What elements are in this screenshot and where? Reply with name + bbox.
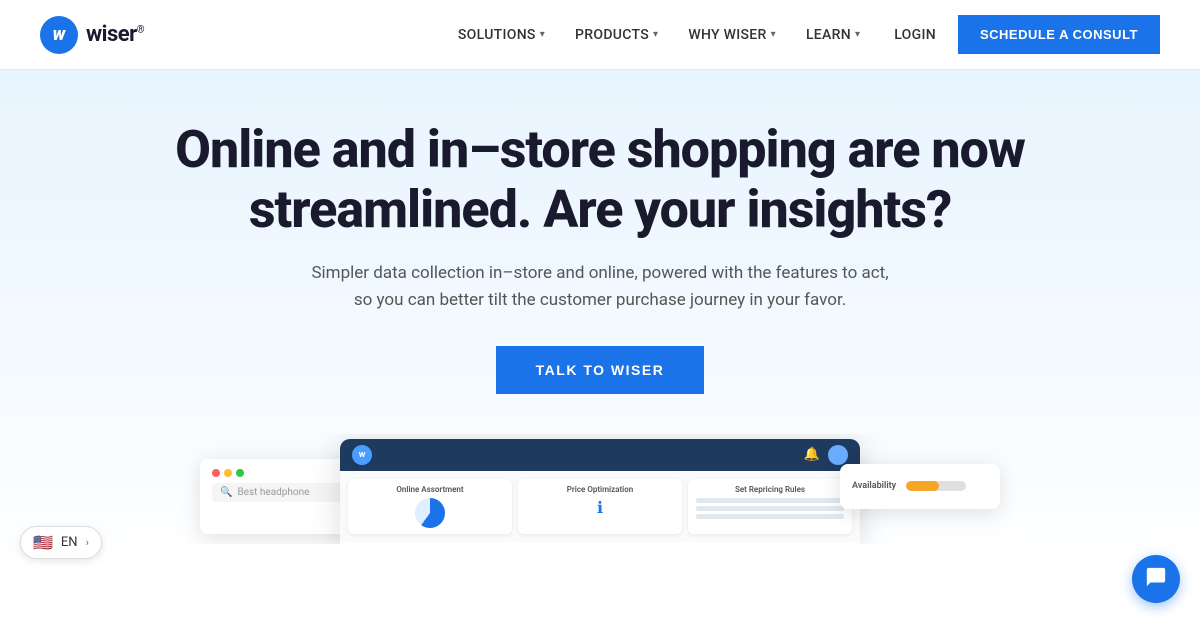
navbar: w wiser® SOLUTIONS ▾ PRODUCTS ▾ WHY WISE… [0,0,1200,70]
hero-title: Online and in–store shopping are now str… [160,120,1040,240]
logo-icon: w [40,16,78,54]
pie-chart [415,498,445,528]
bell-icon: 🔔 [804,447,820,462]
search-text: Best headphone [237,487,309,498]
close-dot [212,469,220,477]
app-content: Online Assortment Price Optimization ℹ S… [340,471,860,542]
chevron-down-icon: ▾ [540,29,545,40]
language-selector[interactable]: 🇺🇸 EN › [20,526,102,559]
online-assortment-card: Online Assortment [348,479,512,534]
repricing-row-3 [696,514,844,519]
nav-item-products[interactable]: PRODUCTS ▾ [563,19,670,51]
chevron-down-icon: ▾ [855,29,860,40]
chat-icon [1145,566,1167,593]
availability-label: Availability [852,481,896,491]
hero-section: Online and in–store shopping are now str… [0,70,1200,574]
chevron-right-icon: › [86,536,89,549]
chat-bubble-button[interactable] [1132,555,1180,603]
app-logo-icon: w [352,445,372,465]
language-code: EN [61,535,78,550]
repricing-row-2 [696,506,844,511]
card-title-2: Price Optimization [526,485,674,494]
availability-card: Availability [840,464,1000,509]
repricing-rules-card: Set Repricing Rules [688,479,852,534]
search-bar[interactable]: 🔍 Best headphone [212,483,348,502]
search-card: 🔍 Best headphone [200,459,360,534]
nav-item-learn[interactable]: LEARN ▾ [794,19,872,51]
logo-text: wiser® [86,22,144,47]
price-optimization-card: Price Optimization ℹ [518,479,682,534]
repricing-row-1 [696,498,844,503]
app-header-icons: 🔔 [804,445,848,465]
window-controls [212,469,348,477]
repricing-rows [696,498,844,519]
flag-icon: 🇺🇸 [33,533,53,552]
chevron-down-icon: ▾ [653,29,658,40]
screenshots-strip: 🔍 Best headphone w 🔔 Online Assortment P… [40,434,1160,544]
chevron-down-icon: ▾ [771,29,776,40]
maximize-dot [236,469,244,477]
availability-bar [906,481,966,491]
app-window: w 🔔 Online Assortment Price Optimization… [340,439,860,544]
user-avatar [828,445,848,465]
nav-item-why-wiser[interactable]: WHY WISER ▾ [676,19,788,51]
nav-links: SOLUTIONS ▾ PRODUCTS ▾ WHY WISER ▾ LEARN… [446,15,1160,54]
card-title-3: Set Repricing Rules [696,485,844,494]
search-icon: 🔍 [220,487,232,498]
card-title-1: Online Assortment [356,485,504,494]
hero-subtitle: Simpler data collection in–store and onl… [310,260,890,314]
price-icon: ℹ [526,498,674,517]
login-button[interactable]: LOGIN [878,19,952,51]
app-header: w 🔔 [340,439,860,471]
talk-to-wiser-button[interactable]: TALK TO WISER [496,346,705,394]
logo[interactable]: w wiser® [40,16,144,54]
availability-fill [906,481,939,491]
minimize-dot [224,469,232,477]
schedule-consult-button[interactable]: SCHEDULE A CONSULT [958,15,1160,54]
nav-item-solutions[interactable]: SOLUTIONS ▾ [446,19,557,51]
